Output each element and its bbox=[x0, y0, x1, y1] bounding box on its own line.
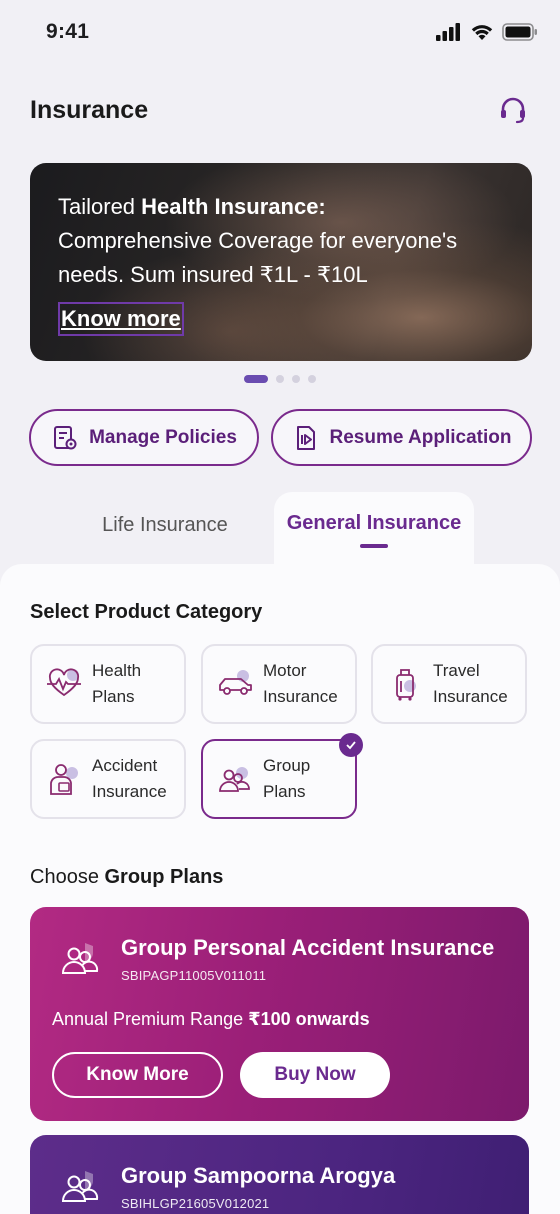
wifi-icon bbox=[471, 25, 493, 40]
category-label-line2: Insurance bbox=[433, 687, 508, 706]
category-label-line2: Plans bbox=[263, 782, 306, 801]
selected-check-icon bbox=[339, 733, 363, 757]
heart-pulse-icon bbox=[47, 668, 81, 697]
tab-general-insurance[interactable]: General Insurance bbox=[274, 492, 474, 572]
category-label-line2: Plans bbox=[92, 687, 135, 706]
category-motor-insurance[interactable]: Motor Insurance bbox=[201, 644, 357, 724]
plan-premium-value: ₹100 onwards bbox=[248, 1009, 370, 1029]
banner-line-2: Comprehensive Coverage for everyone's bbox=[58, 228, 458, 253]
tab-life-insurance[interactable]: Life Insurance bbox=[60, 514, 270, 537]
plan-code: SBIHLGP21605V012021 bbox=[121, 1196, 270, 1211]
banner-line-1: Tailored Health Insurance: bbox=[58, 190, 498, 224]
category-label-line2: Insurance bbox=[92, 782, 167, 801]
plans-section-title-prefix: Choose bbox=[30, 866, 105, 888]
resume-application-button[interactable]: Resume Application bbox=[271, 409, 532, 466]
category-label-line2: Insurance bbox=[263, 687, 338, 706]
manage-policies-label: Manage Policies bbox=[89, 426, 237, 448]
category-label: Health Plans bbox=[92, 658, 141, 710]
category-label: Accident Insurance bbox=[92, 753, 167, 805]
promo-banner[interactable]: Tailored Health Insurance: Comprehensive… bbox=[30, 163, 532, 361]
tab-general-insurance-label: General Insurance bbox=[286, 512, 462, 534]
banner-line-1-bold: Health Insurance: bbox=[141, 194, 326, 219]
category-label-line1: Group bbox=[263, 756, 311, 775]
pagination-dot[interactable] bbox=[292, 375, 300, 383]
tab-active-indicator bbox=[360, 544, 388, 548]
category-label: Motor Insurance bbox=[263, 658, 338, 710]
buy-now-button[interactable]: Buy Now bbox=[240, 1052, 390, 1098]
category-group-plans[interactable]: Group Plans bbox=[201, 733, 363, 819]
injured-person-icon bbox=[50, 764, 78, 795]
category-label: Travel Insurance bbox=[433, 658, 508, 710]
pagination-dot-active[interactable] bbox=[244, 375, 268, 383]
group-people-icon bbox=[219, 767, 250, 792]
plans-section-title-bold: Group Plans bbox=[104, 866, 224, 888]
category-label-line1: Health bbox=[92, 661, 142, 680]
manage-policies-button[interactable]: Manage Policies bbox=[29, 409, 259, 466]
category-label-line1: Accident bbox=[92, 756, 158, 775]
cellular-signal-icon bbox=[436, 23, 460, 41]
luggage-icon bbox=[396, 669, 416, 701]
banner-line-1-prefix: Tailored bbox=[58, 194, 142, 219]
plan-name: Group Personal Accident Insurance bbox=[121, 935, 495, 960]
plan-premium: Annual Premium Range ₹100 onwards bbox=[52, 1009, 370, 1030]
category-travel-insurance[interactable]: Travel Insurance bbox=[371, 644, 527, 724]
app-header: Insurance bbox=[30, 90, 530, 130]
insurance-tabs: Life Insurance General Insurance bbox=[0, 492, 560, 572]
plan-card[interactable]: Group Sampoorna Arogya SBIHLGP21605V0120… bbox=[30, 1135, 529, 1214]
page-title: Insurance bbox=[30, 95, 149, 124]
car-icon bbox=[219, 670, 252, 695]
status-bar: 9:41 bbox=[0, 0, 560, 64]
banner-pagination bbox=[244, 375, 316, 383]
support-button[interactable] bbox=[496, 93, 530, 127]
plan-premium-label: Annual Premium Range bbox=[52, 1009, 249, 1029]
category-section-title: Select Product Category bbox=[30, 601, 263, 623]
category-label-line1: Travel bbox=[433, 661, 480, 680]
pagination-dot[interactable] bbox=[276, 375, 284, 383]
banner-know-more-link[interactable]: Know more bbox=[58, 302, 184, 336]
status-time: 9:41 bbox=[46, 20, 90, 43]
policy-settings-icon bbox=[54, 425, 77, 449]
battery-icon bbox=[502, 23, 537, 41]
plan-card[interactable]: Group Personal Accident Insurance SBIPAG… bbox=[30, 907, 529, 1121]
plans-section-title: Choose Group Plans bbox=[30, 866, 223, 889]
category-label: Group Plans bbox=[263, 753, 310, 805]
pagination-dot[interactable] bbox=[308, 375, 316, 383]
banner-line-3: needs. Sum insured ₹1L - ₹10L bbox=[58, 262, 368, 287]
know-more-button[interactable]: Know More bbox=[52, 1052, 223, 1098]
group-shield-icon bbox=[61, 1171, 99, 1202]
status-icons bbox=[436, 23, 538, 41]
banner-text: Tailored Health Insurance: Comprehensive… bbox=[58, 190, 498, 292]
plan-code: SBIPAGP11005V011011 bbox=[121, 968, 267, 983]
category-label-line1: Motor bbox=[263, 661, 307, 680]
plan-name: Group Sampoorna Arogya bbox=[121, 1163, 396, 1188]
headset-icon bbox=[501, 97, 525, 124]
resume-application-label: Resume Application bbox=[329, 426, 512, 448]
group-shield-icon bbox=[61, 943, 99, 974]
resume-document-icon bbox=[296, 425, 315, 450]
category-accident-insurance[interactable]: Accident Insurance bbox=[30, 739, 186, 819]
category-health-plans[interactable]: Health Plans bbox=[30, 644, 186, 724]
